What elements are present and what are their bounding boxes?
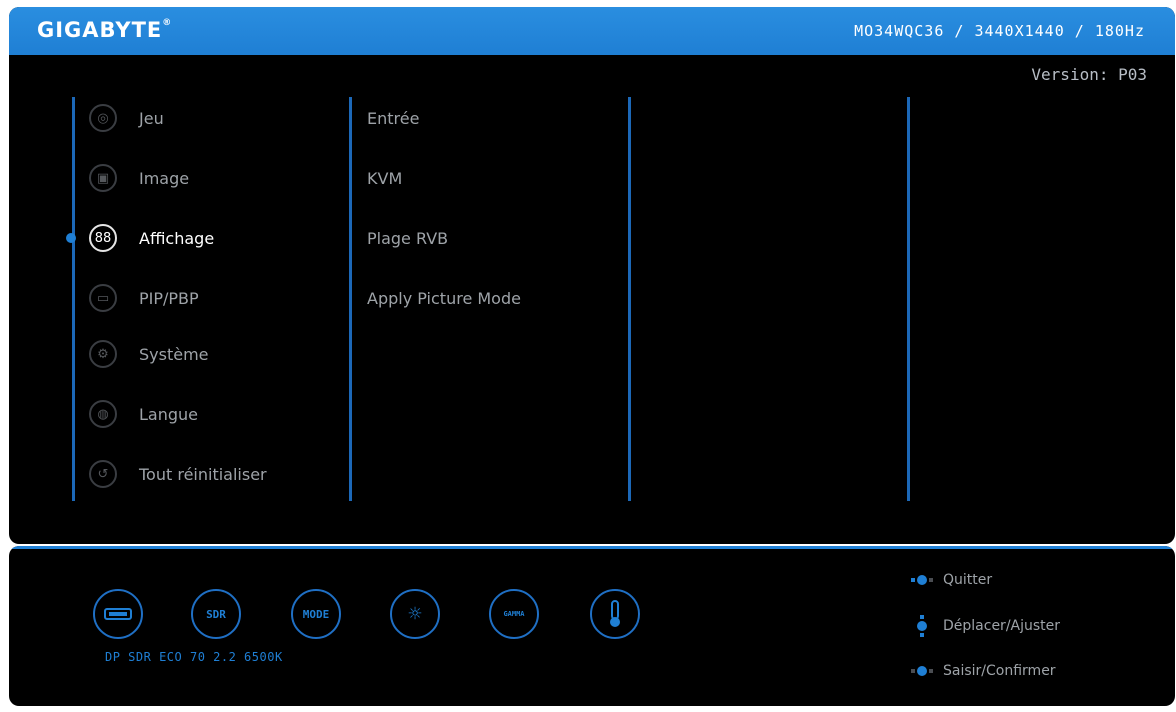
joystick-press-icon xyxy=(911,660,933,682)
globe-icon: ◍ xyxy=(89,400,117,428)
hint-label: Saisir/Confirmer xyxy=(943,663,1056,679)
model-info: MO34WQC36 / 3440X1440 / 180Hz xyxy=(854,22,1145,40)
hint-label: Déplacer/Ajuster xyxy=(943,618,1061,634)
menu-item-jeu[interactable]: ◎ Jeu xyxy=(89,102,164,134)
reset-icon: ↺ xyxy=(89,460,117,488)
hint-move-adjust: Déplacer/Ajuster xyxy=(911,615,1060,637)
submenu-item-apply-picture-mode[interactable]: Apply Picture Mode xyxy=(367,289,521,308)
joystick-updown-icon xyxy=(911,615,933,637)
menu-item-label: Image xyxy=(139,168,190,188)
header-bar: GIGABYTE® MO34WQC36 / 3440X1440 / 180Hz xyxy=(9,7,1175,55)
menu-item-pip-pbp[interactable]: ▭ PIP/PBP xyxy=(89,282,199,314)
submenu-item-entree[interactable]: Entrée xyxy=(367,109,419,128)
menu-item-label: Système xyxy=(139,344,209,364)
settings-icon: ⚙ xyxy=(89,340,117,368)
osd-status-panel: SDR MODE ☼ GAMMA DP SDR ECO 70 2.2 6500K… xyxy=(9,546,1175,706)
menu-item-affichage[interactable]: 88 Affichage xyxy=(89,222,214,254)
menu-item-label: PIP/PBP xyxy=(139,288,199,308)
color-temperature-icon xyxy=(590,589,640,639)
menu-item-label: Jeu xyxy=(139,108,164,128)
gamma-icon: GAMMA xyxy=(489,589,539,639)
brand-logo: GIGABYTE® xyxy=(37,18,173,42)
joystick-left-icon xyxy=(911,569,933,591)
menu-item-image[interactable]: ▣ Image xyxy=(89,162,189,194)
column-divider xyxy=(72,97,75,501)
menu-item-label: Langue xyxy=(139,404,198,424)
osd-main-panel: GIGABYTE® MO34WQC36 / 3440X1440 / 180Hz … xyxy=(9,7,1175,544)
hint-quit: Quitter xyxy=(911,569,992,591)
submenu-item-plage-rvb[interactable]: Plage RVB xyxy=(367,229,448,248)
submenu-item-kvm[interactable]: KVM xyxy=(367,169,402,188)
version-label: Version: P03 xyxy=(1031,65,1147,84)
gamepad-icon: ◎ xyxy=(89,104,117,132)
pip-icon: ▭ xyxy=(89,284,117,312)
hint-label: Quitter xyxy=(943,572,993,588)
brightness-icon: ☼ xyxy=(390,589,440,639)
hint-enter-confirm: Saisir/Confirmer xyxy=(911,660,1056,682)
column-divider xyxy=(349,97,352,501)
column-divider xyxy=(907,97,910,501)
picture-icon: ▣ xyxy=(89,164,117,192)
status-summary: DP SDR ECO 70 2.2 6500K xyxy=(105,650,283,664)
column-divider xyxy=(628,97,631,501)
menu-item-label: Affichage xyxy=(139,228,215,248)
displayport-icon xyxy=(93,589,143,639)
selection-indicator xyxy=(66,233,76,243)
menu-item-langue[interactable]: ◍ Langue xyxy=(89,398,198,430)
sdr-icon: SDR xyxy=(191,589,241,639)
menu-item-label: Tout réinitialiser xyxy=(139,464,267,484)
display-grid-icon: 88 xyxy=(89,224,117,252)
menu-item-systeme[interactable]: ⚙ Système xyxy=(89,338,209,370)
status-divider xyxy=(9,546,1175,549)
mode-icon: MODE xyxy=(291,589,341,639)
menu-item-reset-all[interactable]: ↺ Tout réinitialiser xyxy=(89,458,267,490)
